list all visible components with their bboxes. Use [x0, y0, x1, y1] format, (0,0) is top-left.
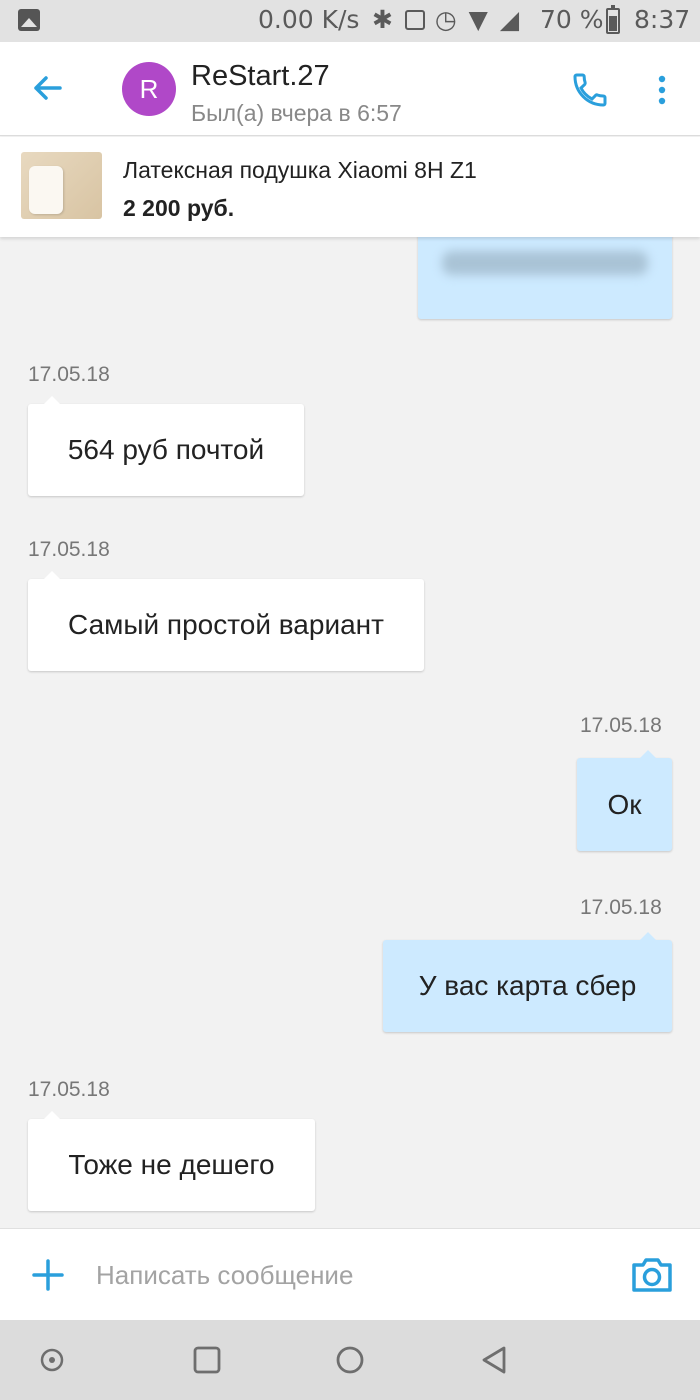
- message-bubble[interactable]: У вас карта сбер: [383, 932, 672, 1032]
- message-date: 17.05.18: [28, 1078, 110, 1101]
- message-date: 17.05.18: [28, 538, 110, 561]
- message-text: У вас карта сбер: [418, 970, 637, 1001]
- product-price: 2 200 руб.: [123, 195, 235, 221]
- message-composer: [0, 1228, 700, 1320]
- message-text: Ок: [607, 788, 642, 820]
- home-icon: [336, 1346, 364, 1374]
- battery-percent: 70 %: [540, 5, 604, 34]
- back-button[interactable]: [28, 68, 68, 108]
- message-input[interactable]: [96, 1253, 596, 1297]
- more-vert-icon: [658, 75, 666, 105]
- signal-icon: ◢: [499, 5, 522, 34]
- clock: 8:37: [634, 5, 691, 34]
- back-nav-button[interactable]: [478, 1344, 510, 1376]
- message-text: Самый простой вариант: [68, 609, 384, 640]
- contact-status: Был(а) вчера в 6:57: [191, 100, 402, 126]
- camera-button[interactable]: [630, 1255, 674, 1295]
- blurred-content: [442, 251, 648, 275]
- message-bubble-blurred[interactable]: [418, 237, 672, 319]
- call-button[interactable]: [570, 70, 610, 110]
- message-date: 17.05.18: [580, 896, 662, 919]
- plus-icon: [32, 1259, 64, 1291]
- recents-icon: [193, 1346, 221, 1374]
- assistant-icon: [40, 1348, 64, 1372]
- net-speed: 0.00 K/s: [258, 5, 360, 34]
- product-image: [21, 152, 102, 219]
- chat-header: R ReStart.27 Был(а) вчера в 6:57: [0, 42, 700, 136]
- back-arrow-icon: [34, 76, 62, 100]
- camera-icon: [632, 1258, 672, 1292]
- message-bubble[interactable]: Тоже не дешего: [28, 1111, 315, 1211]
- alarm-icon: ◷: [434, 5, 459, 34]
- attach-button[interactable]: [30, 1257, 66, 1293]
- message-date: 17.05.18: [28, 363, 110, 386]
- message-text: Тоже не дешего: [68, 1149, 275, 1180]
- battery-icon: [606, 5, 620, 34]
- nfc-icon: [404, 10, 425, 30]
- pillow-image: [29, 166, 63, 214]
- avatar[interactable]: R: [122, 62, 176, 116]
- message-bubble[interactable]: Ок: [577, 750, 672, 851]
- more-options-button[interactable]: [648, 70, 676, 110]
- image-icon: [18, 9, 40, 31]
- status-icons: ✱ ◷ ▼ ◢: [372, 5, 521, 34]
- message-bubble[interactable]: Самый простой вариант: [28, 571, 424, 671]
- message-list[interactable]: 17.05.18 564 руб почтой 17.05.18 Самый п…: [0, 237, 700, 1228]
- bluetooth-icon: ✱: [372, 5, 395, 34]
- home-button[interactable]: [334, 1344, 366, 1376]
- navigation-bar: [0, 1320, 700, 1400]
- phone-icon: [573, 73, 607, 107]
- product-title: Латексная подушка Xiaomi 8H Z1: [123, 157, 477, 183]
- product-card[interactable]: Латексная подушка Xiaomi 8H Z1 2 200 руб…: [0, 137, 700, 237]
- contact-name[interactable]: ReStart.27: [191, 60, 330, 93]
- message-text: 564 руб почтой: [67, 434, 265, 465]
- assistant-button[interactable]: [36, 1344, 68, 1376]
- back-triangle-icon: [482, 1346, 506, 1374]
- status-bar: 0.00 K/s ✱ ◷ ▼ ◢ 70 % 8:37: [0, 0, 700, 42]
- message-date: 17.05.18: [580, 714, 662, 737]
- message-bubble[interactable]: 564 руб почтой: [28, 396, 304, 496]
- recents-button[interactable]: [191, 1344, 223, 1376]
- wifi-icon: ▼: [468, 5, 490, 34]
